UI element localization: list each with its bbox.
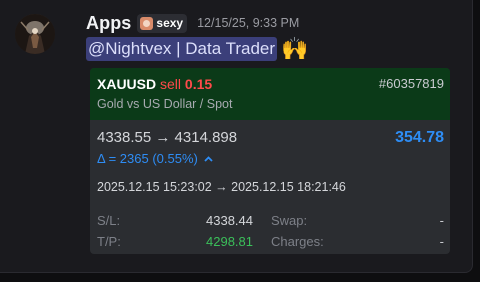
cat-face-icon bbox=[140, 16, 154, 30]
avatar-image bbox=[15, 14, 55, 54]
avatar[interactable] bbox=[15, 14, 55, 54]
instrument-name: Gold vs US Dollar / Spot bbox=[97, 97, 233, 111]
trade-symbol: XAUUSD bbox=[97, 76, 157, 92]
trade-direction: sell bbox=[160, 76, 182, 92]
message-header: Apps sexy 12/15/25, 9:33 PM bbox=[86, 12, 299, 34]
chevron-up-icon bbox=[204, 153, 214, 165]
trade-card: XAUUSD sell 0.15 #60357819 Gold vs US Do… bbox=[90, 68, 450, 254]
trade-card-header: XAUUSD sell 0.15 #60357819 Gold vs US Do… bbox=[90, 68, 450, 120]
trade-profit: 354.78 bbox=[395, 129, 444, 146]
take-profit-label: T/P: bbox=[97, 234, 121, 249]
trade-symbol-line: XAUUSD sell 0.15 bbox=[97, 76, 212, 92]
charges-label: Charges: bbox=[271, 234, 324, 249]
role-tag[interactable]: sexy bbox=[137, 13, 188, 33]
username[interactable]: Apps bbox=[86, 13, 131, 34]
swap-value: - bbox=[439, 213, 444, 228]
message-content: @Nightvex | Data Trader 🙌 bbox=[86, 37, 308, 61]
role-tag-label: sexy bbox=[156, 16, 184, 30]
user-mention[interactable]: @Nightvex | Data Trader bbox=[86, 37, 278, 61]
raised-hands-emoji: 🙌 bbox=[281, 36, 309, 61]
stop-loss-value: 4338.44 bbox=[206, 213, 253, 228]
order-id: #60357819 bbox=[378, 76, 444, 91]
trade-lots: 0.15 bbox=[184, 76, 213, 92]
message-timestamp: 12/15/25, 9:33 PM bbox=[197, 16, 300, 30]
take-profit-value: 4298.81 bbox=[206, 234, 253, 249]
time-range: 2025.12.15 15:23:02 → 2025.12.15 18:21:4… bbox=[97, 180, 346, 194]
price-delta: Δ = 2365 (0.55%) bbox=[97, 151, 198, 166]
trade-card-body: 4338.55 → 4314.898 354.78 Δ = 2365 (0.55… bbox=[90, 120, 450, 254]
message-container: Apps sexy 12/15/25, 9:33 PM @Nightvex | … bbox=[0, 0, 473, 273]
price-change: 4338.55 → 4314.898 bbox=[97, 129, 238, 146]
price-delta-line: Δ = 2365 (0.55%) bbox=[97, 151, 214, 166]
charges-value: - bbox=[439, 234, 444, 249]
swap-label: Swap: bbox=[271, 213, 308, 228]
stop-loss-label: S/L: bbox=[97, 213, 121, 228]
